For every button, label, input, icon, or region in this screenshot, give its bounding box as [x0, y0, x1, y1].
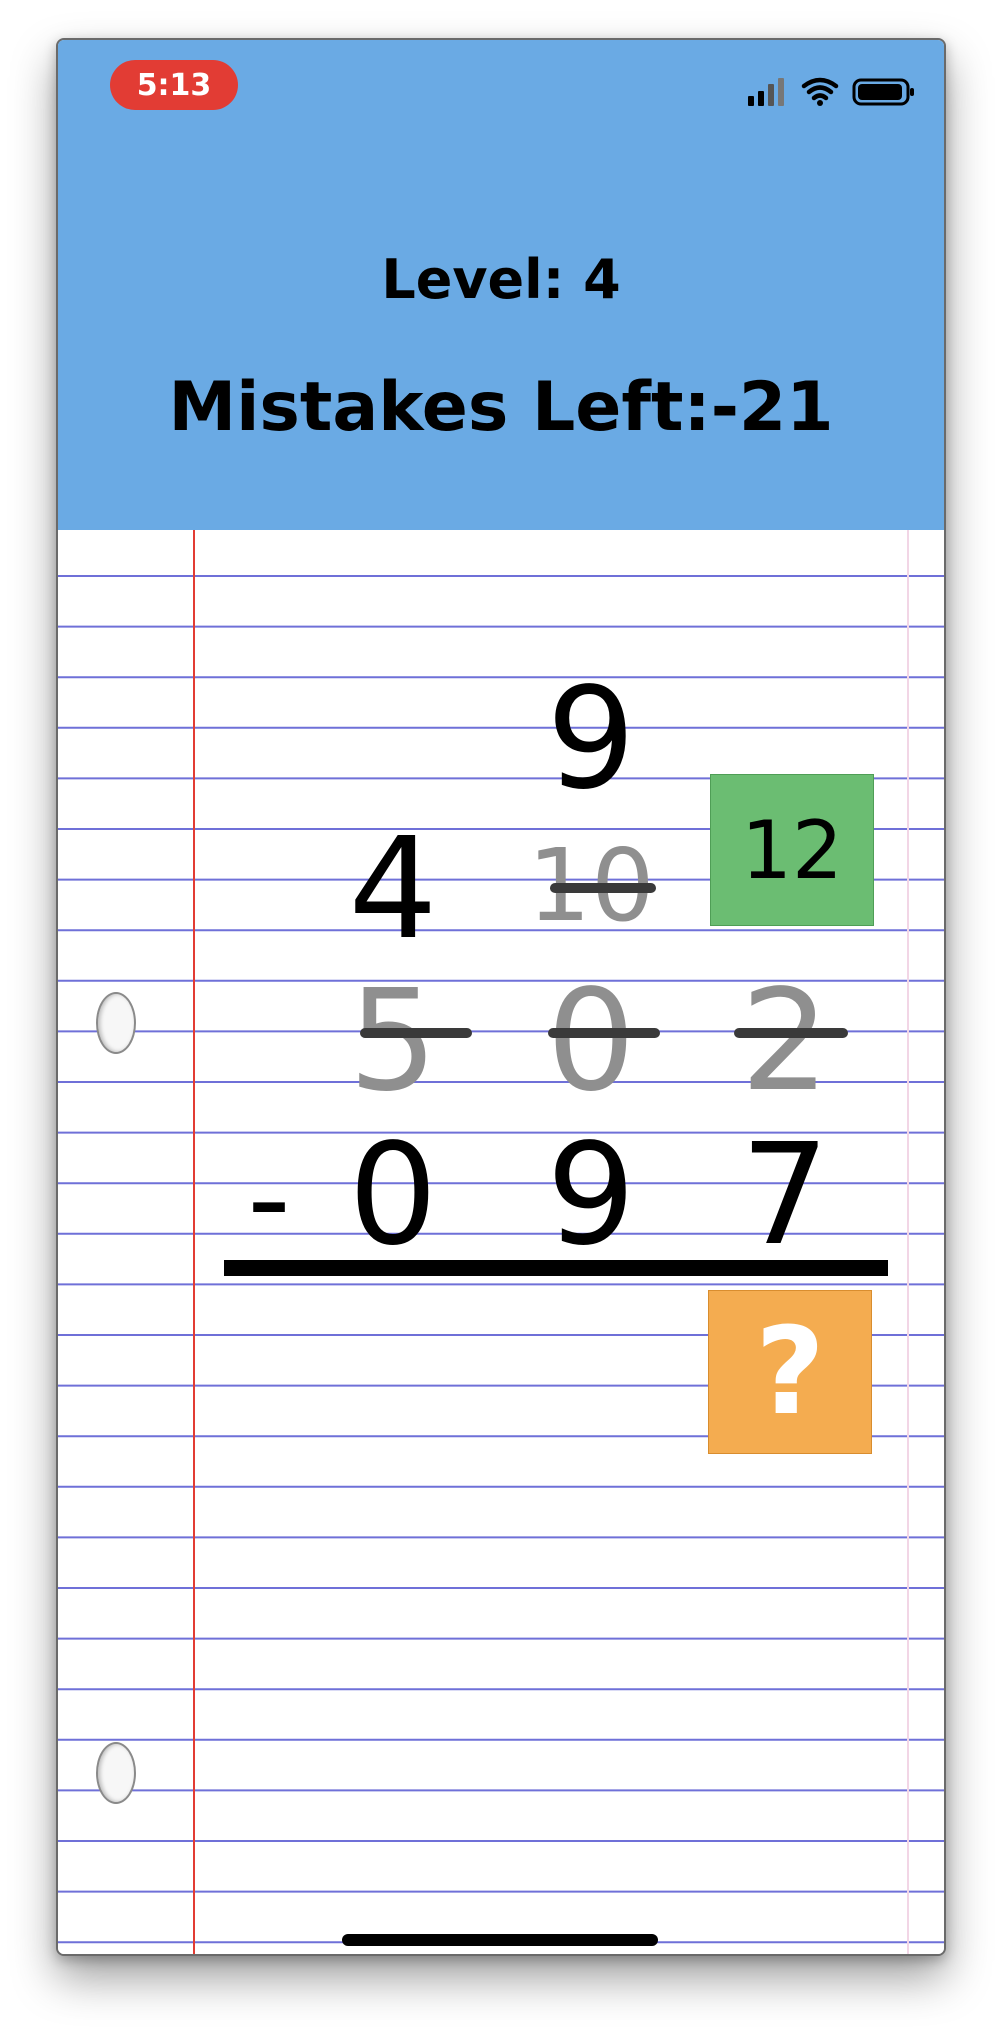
wifi-icon	[801, 77, 839, 106]
strike-through	[548, 1028, 660, 1038]
bottom-digit-ones: 7	[740, 1114, 830, 1277]
header: 5:13 Level: 4 Mistakes Left:-21	[58, 40, 944, 530]
borrow-digit-top: 9	[546, 658, 636, 821]
time-pill: 5:13	[110, 60, 238, 110]
strike-through	[360, 1028, 472, 1038]
binder-hole	[96, 992, 136, 1054]
borrow-digit-hundreds: 4	[348, 808, 438, 971]
top-digit-tens: 0	[546, 960, 636, 1123]
signal-icon	[748, 78, 784, 106]
bottom-digit-hundreds: 0	[348, 1114, 438, 1277]
answer-line	[224, 1260, 888, 1276]
answer-cell[interactable]: ?	[708, 1290, 872, 1454]
home-indicator[interactable]	[342, 1934, 658, 1946]
top-digit-ones: 2	[740, 960, 830, 1123]
phone-screen: 5:13 Level: 4 Mistakes Left:-21 9 4 10 1…	[56, 38, 946, 1956]
status-icons	[748, 76, 918, 108]
mistakes-left-label: Mistakes Left:-21	[168, 368, 834, 447]
strike-through	[734, 1028, 848, 1038]
level-label: Level: 4	[381, 248, 621, 311]
battery-icon	[852, 78, 914, 106]
bottom-digit-tens: 9	[546, 1114, 636, 1277]
strike-through	[550, 883, 656, 893]
top-digit-hundreds: 5	[348, 960, 438, 1123]
status-icons-svg	[748, 77, 914, 106]
active-borrow-cell[interactable]: 12	[710, 774, 874, 926]
binder-hole	[96, 1742, 136, 1804]
